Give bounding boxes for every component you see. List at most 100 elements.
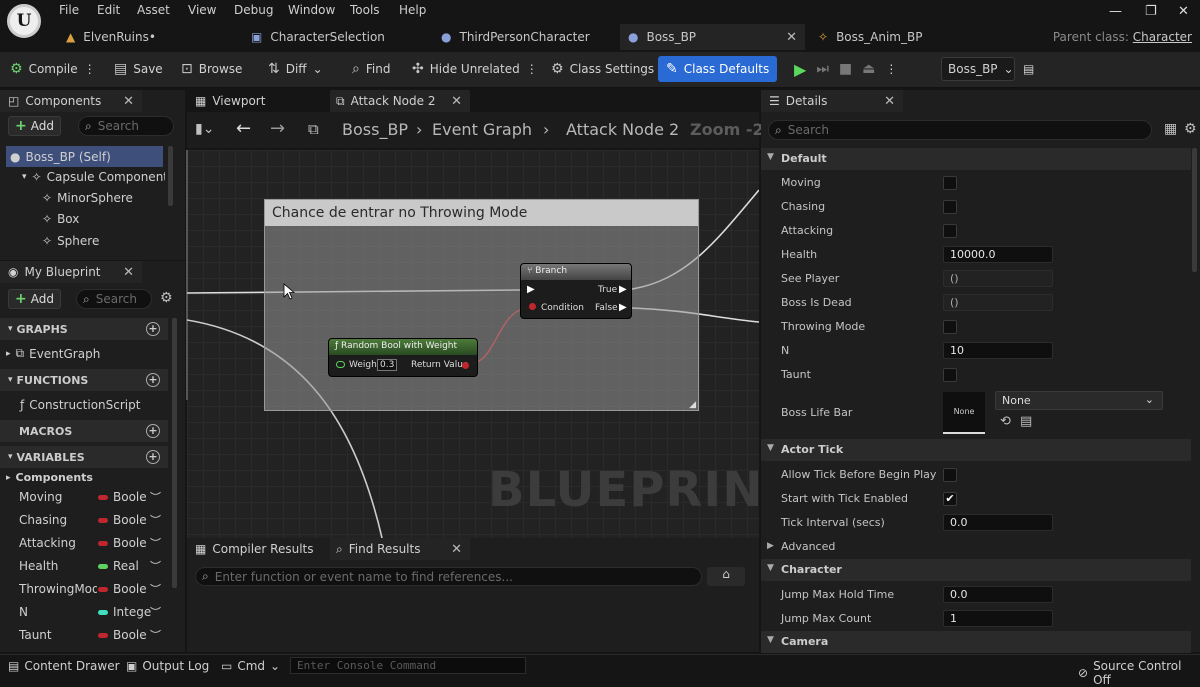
variable-throwingmode[interactable]: ThrowingMode Boole ︶ [0,579,168,601]
allow-tick-checkbox[interactable] [943,468,957,482]
tab-thirdpersoncharacter[interactable]: ● ThirdPersonCharacter [435,24,615,50]
play-icon[interactable]: ▶ [794,60,806,79]
comment-box[interactable]: Chance de entrar no Throwing Mode ◢ [264,199,699,411]
condition-pin-icon[interactable] [529,303,536,310]
class-defaults-button[interactable]: ✎ Class Defaults [658,56,778,82]
find-references-input[interactable]: ⌕ Enter function or event name to find r… [195,567,702,586]
output-log-button[interactable]: ▣ Output Log [126,659,209,673]
eye-closed-icon[interactable]: ︶ [150,558,161,574]
eye-closed-icon[interactable]: ︶ [150,627,161,643]
close-tab-icon[interactable]: ✕ [451,94,462,109]
breadcrumb-event-graph[interactable]: Event Graph [432,120,532,139]
forward-arrow-icon[interactable]: → [270,118,285,139]
stop-icon[interactable]: ■ [839,61,852,77]
find-in-all-blueprints-button[interactable]: ⌂ [707,567,745,586]
eye-closed-icon[interactable]: ︶ [150,581,161,597]
tab-compiler-results[interactable]: ▦ Compiler Results [187,538,327,560]
component-box[interactable]: ✧ Box [42,212,79,226]
more-options-icon[interactable]: ⋮ [526,62,538,76]
tab-viewport[interactable]: ▦ Viewport [187,90,327,112]
unreal-logo-icon[interactable]: U [7,4,41,38]
throwing-mode-checkbox[interactable] [943,320,957,334]
section-default[interactable]: ▼ Default [761,148,1191,170]
return-pin-icon[interactable] [462,362,469,369]
chasing-checkbox[interactable] [943,200,957,214]
breadcrumb-node[interactable]: Attack Node 2 [566,120,679,139]
components-search-input[interactable]: ⌕ Search [78,116,174,136]
n-input[interactable]: 10 [943,342,1053,359]
close-tab-icon[interactable]: ✕ [123,265,134,280]
add-variable-icon[interactable]: + [146,450,160,464]
health-input[interactable]: 10000.0 [943,246,1053,263]
life-bar-asset-select[interactable]: None ⌄ [995,391,1163,410]
event-graph-item[interactable]: ▸ ⧉ EventGraph [6,346,100,361]
add-component-button[interactable]: + Add [8,116,61,136]
component-sphere[interactable]: ✧ Sphere [42,234,99,248]
step-icon[interactable]: ⏭ [816,61,829,77]
comment-title[interactable]: Chance de entrar no Throwing Mode [265,200,698,226]
menu-tools[interactable]: Tools [350,3,380,17]
close-tab-icon[interactable]: ✕ [884,94,895,109]
details-scrollbar[interactable] [1192,148,1197,272]
back-arrow-icon[interactable]: ← [236,118,251,139]
eye-closed-icon[interactable]: ︶ [150,489,161,505]
variable-taunt[interactable]: Taunt Boole ︶ [0,625,168,647]
eye-closed-icon[interactable]: ︶ [150,604,161,620]
eject-icon[interactable]: ⏏ [862,61,875,77]
branch-node[interactable]: ⑂ Branch ▶ True ▶ Condition False ▶ [520,263,632,319]
component-minorsphere[interactable]: ✧ MinorSphere [42,191,133,205]
close-window-icon[interactable]: ✕ [1178,4,1189,19]
diff-button[interactable]: ⇅ Diff ⌄ [268,58,323,80]
close-tab-icon[interactable]: ✕ [123,94,134,109]
my-blueprint-tab[interactable]: ◉ My Blueprint ✕ [0,261,142,283]
tab-boss-bp[interactable]: ● Boss_BP ✕ [620,24,805,50]
exec-in-pin-icon[interactable]: ▶ [527,284,535,295]
browse-button[interactable]: ⊡ Browse [181,58,242,80]
console-input[interactable]: Enter Console Command [290,657,526,674]
component-capsule[interactable]: ▾ ✧ Capsule Component (C [22,170,165,184]
bookmark-icon[interactable]: ▮⌄ [195,121,214,137]
maximize-icon[interactable]: ❐ [1145,4,1157,19]
advanced-toggle[interactable]: ▶ Advanced [761,535,1191,559]
tab-find-results[interactable]: ⌕ Find Results ✕ [330,538,470,560]
graphs-section[interactable]: ▾ GRAPHS + [0,318,168,340]
variable-chasing[interactable]: Chasing Boole ︶ [0,510,168,532]
blueprint-search-input[interactable]: ⌕ Search [76,289,152,309]
variable-n[interactable]: N Intege ︶ [0,602,168,624]
close-tab-icon[interactable]: ✕ [786,30,797,45]
tick-interval-input[interactable]: 0.0 [943,514,1053,531]
content-drawer-button[interactable]: ▤ Content Drawer [8,659,120,673]
menu-file[interactable]: File [59,3,79,17]
exec-out-true-pin-icon[interactable]: ▶ [619,284,627,295]
close-tab-icon[interactable]: ✕ [451,542,462,557]
menu-help[interactable]: Help [399,3,426,17]
add-graph-icon[interactable]: + [146,322,160,336]
details-tab[interactable]: ☰ Details ✕ [761,90,903,112]
menu-edit[interactable]: Edit [97,3,120,17]
gear-icon[interactable]: ⚙ [1184,121,1197,137]
construction-script-item[interactable]: ƒ ConstructionScript [20,398,140,412]
eye-closed-icon[interactable]: ︶ [150,535,161,551]
add-member-button[interactable]: + Add [8,289,61,309]
functions-section[interactable]: ▾ FUNCTIONS + [0,369,168,391]
browse-asset-icon[interactable]: ▤ [1020,414,1032,429]
browse-debug-icon[interactable]: ▤ [1023,58,1034,80]
start-tick-checkbox[interactable]: ✔ [943,492,957,506]
variables-section[interactable]: ▾ VARIABLES + [0,446,168,468]
tab-characterselection[interactable]: ▣ CharacterSelection [245,24,425,50]
variable-health[interactable]: Health Real ︶ [0,556,168,578]
resize-handle-icon[interactable]: ◢ [689,400,696,410]
gear-icon[interactable]: ⚙ [160,290,173,306]
section-camera[interactable]: ▼ Camera [761,631,1191,653]
jump-count-input[interactable]: 1 [943,610,1053,627]
macros-section[interactable]: MACROS + [0,420,168,442]
menu-view[interactable]: View [188,3,216,17]
more-options-icon[interactable]: ⋮ [885,62,897,76]
components-tab[interactable]: ◰ Components ✕ [0,90,142,112]
components-category[interactable]: ▸ Components [6,471,93,484]
taunt-checkbox[interactable] [943,368,957,382]
attacking-checkbox[interactable] [943,224,957,238]
section-actor-tick[interactable]: ▼ Actor Tick [761,439,1191,461]
menu-window[interactable]: Window [288,3,335,17]
life-bar-thumbnail[interactable]: None [943,392,985,434]
